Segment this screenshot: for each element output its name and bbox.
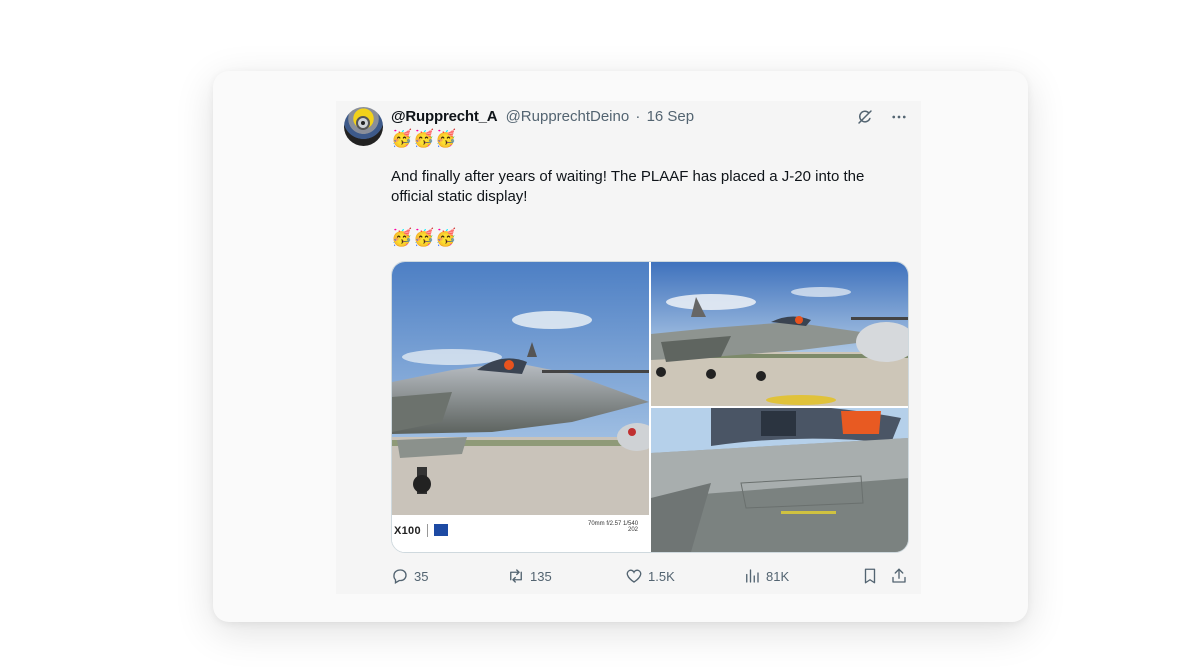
repost-icon [510,569,522,583]
reply-count: 35 [414,568,429,584]
emoji-line-bottom: 🥳🥳🥳 [391,228,458,247]
like-button[interactable]: 1.5K [625,567,675,585]
tweet[interactable]: @Rupprecht_A @RupprechtDeino · 16 Sep 🥳🥳… [336,101,921,594]
views-icon [746,569,759,583]
tweet-text: And finally after years of waiting! The … [391,168,865,205]
more-icon[interactable] [889,107,909,127]
reply-icon [393,569,407,584]
share-icon [892,568,906,583]
tweet-header: @Rupprecht_A @RupprechtDeino · 16 Sep [391,108,694,125]
repost-button[interactable]: 135 [507,567,552,585]
views-button[interactable]: 81K [743,567,789,585]
avatar-goggle [356,116,370,130]
watermark-spec: 70mm f/2.57 1/540 202 [588,521,638,533]
tweet-actions: 35 135 1.5K 81K [391,567,911,587]
emoji-line-top: 🥳🥳🥳 [391,129,458,148]
like-count: 1.5K [648,568,675,584]
avatar[interactable] [344,107,383,146]
bookmark-button[interactable] [861,567,879,585]
watermark-brand: X100 [394,525,421,537]
camera-watermark: X100 70mm f/2.57 1/540 202 [392,515,649,552]
photo-jet-side[interactable] [651,262,908,406]
watermark-date: 202 [628,527,639,533]
reply-button[interactable]: 35 [391,567,428,585]
media-grid: X100 70mm f/2.57 1/540 202 [391,261,909,553]
views-count: 81K [766,568,790,584]
watermark-separator-line [427,524,428,537]
tweet-date[interactable]: 16 Sep [647,108,695,125]
user-handle[interactable]: @RupprechtDeino [506,108,630,125]
separator: · [635,108,641,125]
bookmark-icon [864,568,876,584]
photo-jet-closeup[interactable] [651,408,908,552]
like-icon [626,569,642,583]
grok-icon[interactable] [855,107,875,127]
tweet-top-actions [855,107,909,127]
zeiss-logo [434,524,448,536]
photo-jet-front[interactable]: X100 70mm f/2.57 1/540 202 [392,262,649,552]
share-button[interactable] [890,567,908,585]
repost-count: 135 [530,568,552,584]
display-name[interactable]: @Rupprecht_A [391,108,498,125]
